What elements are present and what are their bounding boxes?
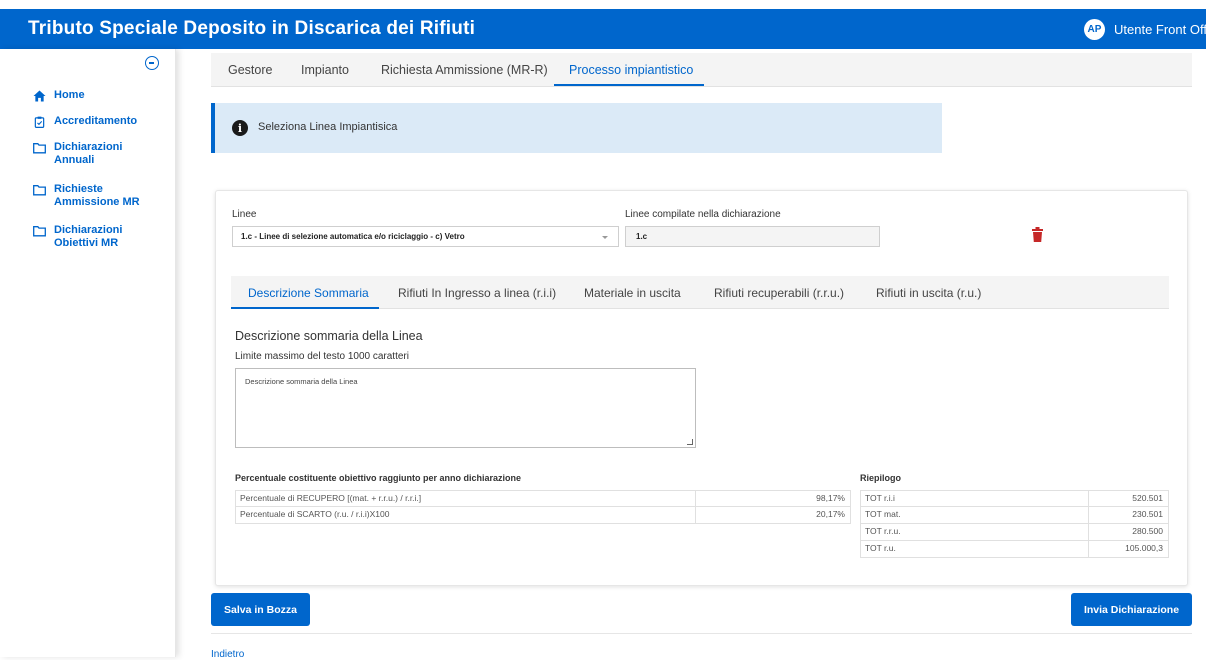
subtab-rifiuti-ingresso[interactable]: Rifiuti In Ingresso a linea (r.i.i) (398, 286, 556, 300)
sidebar-item-label: Accreditamento (54, 115, 138, 127)
submit-declaration-button[interactable]: Invia Dichiarazione (1071, 593, 1192, 626)
riepilogo-label: TOT mat. (865, 509, 901, 519)
subtab-rifiuti-recuperabili[interactable]: Rifiuti recuperabili (r.r.u.) (714, 286, 844, 300)
app-title: Tributo Speciale Deposito in Discarica d… (28, 18, 476, 39)
linee-select[interactable]: 1.c - Linee di selezione automatica e/o … (232, 226, 619, 247)
subtab-materiale-uscita[interactable]: Materiale in uscita (584, 286, 681, 300)
description-text: Descrizione sommaria della Linea (245, 377, 358, 386)
riepilogo-value: 230.501 (1088, 507, 1168, 523)
sidebar-item-label: Dichiarazioni Obiettivi MR (54, 224, 123, 249)
subtab-rifiuti-uscita[interactable]: Rifiuti in uscita (r.u.) (876, 286, 981, 300)
folder-icon (33, 226, 46, 237)
top-bar: Tributo Speciale Deposito in Discarica d… (0, 9, 1206, 49)
table-row: Percentuale di RECUPERO [(mat. + r.r.u.)… (235, 490, 851, 507)
folder-icon (33, 143, 46, 154)
info-text: Seleziona Linea Impiantisica (258, 121, 398, 133)
riepilogo-label: TOT r.r.u. (865, 526, 901, 536)
percentage-label: Percentuale di RECUPERO [(mat. + r.r.u.)… (240, 493, 422, 503)
back-link[interactable]: Indietro (211, 649, 244, 660)
sub-tabs: Descrizione Sommaria Rifiuti In Ingresso… (231, 276, 1169, 309)
riepilogo-value: 105.000,3 (1088, 541, 1168, 557)
riepilogo-value: 280.500 (1088, 524, 1168, 540)
subtab-descrizione-sommaria[interactable]: Descrizione Sommaria (248, 286, 369, 300)
table-row: TOT mat. 230.501 (860, 507, 1169, 524)
riepilogo-label: TOT r.u. (865, 543, 896, 553)
user-name[interactable]: Utente Front Offic (1114, 22, 1206, 37)
info-alert: i Seleziona Linea Impiantisica (211, 103, 942, 153)
sidebar-item-label: Home (54, 89, 85, 101)
compilate-value: 1.c (636, 232, 648, 241)
chevron-down-icon (602, 236, 608, 239)
percentages-table: Percentuale di RECUPERO [(mat. + r.r.u.)… (235, 490, 851, 524)
riepilogo-label: TOT r.i.i (865, 493, 895, 503)
save-draft-button[interactable]: Salva in Bozza (211, 593, 310, 626)
percentages-title: Percentuale costituente obiettivo raggiu… (235, 473, 522, 483)
trash-icon[interactable] (1032, 227, 1043, 242)
main-tabs: Gestore Impianto Richiesta Ammissione (M… (211, 53, 1192, 87)
riepilogo-title: Riepilogo (860, 473, 901, 483)
linee-label: Linee (232, 209, 257, 220)
table-row: TOT r.r.u. 280.500 (860, 524, 1169, 541)
resize-handle-icon[interactable] (687, 439, 693, 445)
percentage-value: 98,17% (695, 491, 850, 506)
clipboard-icon (34, 116, 45, 128)
active-tab-indicator (554, 84, 704, 86)
linee-select-value: 1.c - Linee di selezione automatica e/o … (241, 232, 465, 241)
table-row: TOT r.i.i 520.501 (860, 490, 1169, 507)
description-title: Descrizione sommaria della Linea (235, 329, 423, 343)
percentage-label: Percentuale di SCARTO (r.u. / r.i.i)X100 (240, 509, 390, 519)
compilate-label: Linee compilate nella dichiarazione (625, 209, 781, 220)
tab-processo-impiantistico[interactable]: Processo impiantistico (569, 63, 693, 77)
tab-richiesta-ammissione[interactable]: Richiesta Ammissione (MR-R) (381, 63, 548, 77)
line-card: Linee 1.c - Linee di selezione automatic… (215, 190, 1188, 586)
sidebar-item-label: Dichiarazioni Annuali (54, 141, 123, 166)
footer-divider (211, 633, 1192, 634)
tab-impianto[interactable]: Impianto (301, 63, 349, 77)
table-row: Percentuale di SCARTO (r.u. / r.i.i)X100… (235, 507, 851, 524)
description-limit: Limite massimo del testo 1000 caratteri (235, 351, 409, 362)
active-subtab-indicator (231, 307, 379, 309)
sidebar: Home Accreditamento Dichiarazioni Annual… (0, 49, 176, 657)
compilate-field: 1.c (625, 226, 880, 247)
avatar[interactable]: AP (1084, 19, 1105, 40)
percentage-value: 20,17% (695, 507, 850, 523)
collapse-sidebar-icon[interactable] (145, 56, 159, 70)
description-textarea[interactable]: Descrizione sommaria della Linea (235, 368, 696, 448)
table-row: TOT r.u. 105.000,3 (860, 541, 1169, 558)
folder-icon (33, 185, 46, 196)
riepilogo-value: 520.501 (1088, 491, 1168, 506)
sidebar-item-label: Richieste Ammissione MR (54, 183, 140, 208)
tab-gestore[interactable]: Gestore (228, 63, 272, 77)
riepilogo-table: TOT r.i.i 520.501 TOT mat. 230.501 TOT r… (860, 490, 1169, 558)
home-icon (33, 90, 46, 102)
info-icon: i (232, 120, 248, 136)
